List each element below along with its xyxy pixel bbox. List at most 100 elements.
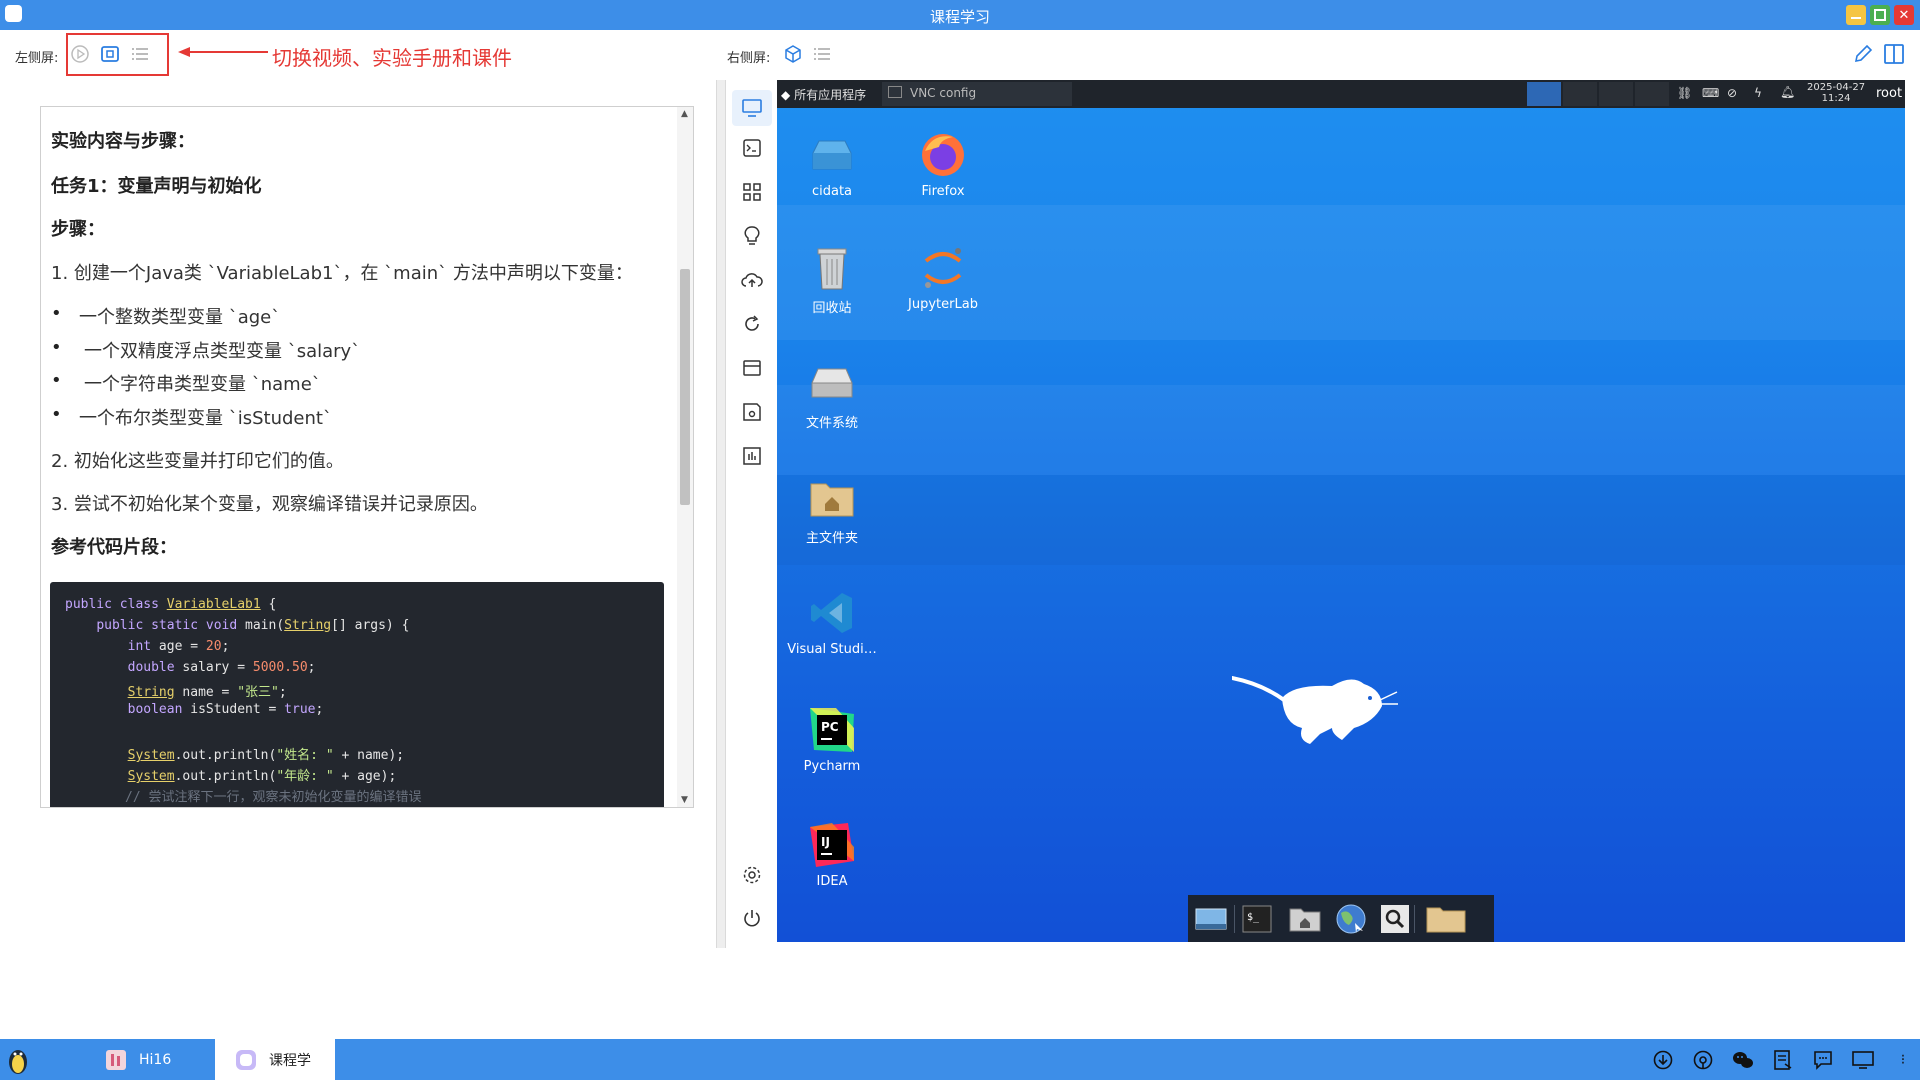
taskbar-item-label: Hi16: [139, 1051, 172, 1068]
show-desktop-icon: [1195, 908, 1227, 930]
step-1-text: 1. 创建一个Java类 `VariableLab1`，在 `main` 方法中…: [51, 263, 633, 284]
code-line: int age = 20;: [127, 639, 230, 654]
scroll-down-icon[interactable]: ▼: [681, 795, 688, 805]
mute-icon[interactable]: ⊘: [1727, 86, 1737, 100]
panel-splitter[interactable]: [716, 80, 726, 948]
desktop-icon-home[interactable]: 主文件夹: [777, 473, 887, 546]
desktop-icon-idea[interactable]: IJ IDEA: [777, 820, 887, 889]
desktop-icon-pycharm[interactable]: PC Pycharm: [777, 705, 887, 774]
notification-bell-icon[interactable]: 🔔︎: [1780, 85, 1795, 99]
sidebar-power-button[interactable]: [739, 906, 765, 932]
messages-tray[interactable]: [1812, 1049, 1834, 1071]
list-item: 一个字符串类型变量 `name`: [84, 374, 321, 395]
sidebar-refresh-button[interactable]: [739, 311, 765, 337]
list-item: 一个双精度浮点类型变量 `salary`: [84, 341, 361, 362]
power-manager-icon[interactable]: ϟ: [1754, 86, 1762, 100]
taskbar-item-hi16[interactable]: Hi16: [105, 1039, 205, 1080]
minimize-icon: [1851, 17, 1861, 19]
sidebar-hint-button[interactable]: [739, 223, 765, 249]
desktop-icon-trash[interactable]: 回收站: [777, 243, 887, 316]
dock: $_: [1188, 895, 1494, 942]
scroll-thumb[interactable]: [680, 269, 690, 505]
download-button[interactable]: [1652, 1049, 1674, 1071]
bullet-marker: •: [51, 404, 62, 425]
hard-drive-icon: [807, 358, 857, 408]
lab-manual-document[interactable]: 实验内容与步骤： 任务1：变量声明与初始化 步骤： 1. 创建一个Java类 `…: [40, 106, 694, 808]
hotspot-button[interactable]: [1692, 1049, 1714, 1071]
user-menu[interactable]: root: [1876, 86, 1902, 101]
scroll-up-icon[interactable]: ▲: [681, 109, 688, 119]
right-screen-label: 右侧屏:: [727, 51, 771, 66]
dock-separator: [1234, 905, 1235, 933]
clock[interactable]: 2025-04-27 11:24: [1807, 82, 1865, 104]
clock-date: 2025-04-27: [1807, 82, 1866, 93]
keyboard-icon[interactable]: ⌨: [1702, 86, 1719, 100]
minimize-button[interactable]: [1846, 5, 1866, 25]
cube-icon: [785, 45, 801, 63]
applications-menu[interactable]: ◆ 所有应用程序: [781, 86, 866, 103]
svg-text:PC: PC: [821, 720, 839, 734]
maximize-button[interactable]: [1870, 5, 1890, 25]
xfce-logo-icon: ◆: [781, 88, 791, 102]
taskbar-item-course[interactable]: 课程学: [215, 1039, 335, 1080]
window-button-vnc[interactable]: VNC config: [882, 82, 1072, 106]
code-line: System.out.println("年龄: " + age);: [127, 769, 397, 784]
sidebar-settings-button[interactable]: [739, 862, 765, 888]
desktop-icon-label: 文件系统: [805, 416, 858, 431]
start-button[interactable]: [6, 1039, 36, 1080]
remote-desktop[interactable]: ◆ 所有应用程序 VNC config ⛓ ⌨ ⊘ ϟ 🔔︎ 2025-04-2…: [777, 80, 1905, 942]
desktop-icon-label: IDEA: [816, 874, 848, 889]
sidebar-terminal-button[interactable]: [739, 135, 765, 161]
close-button[interactable]: ✕: [1894, 5, 1914, 25]
workspace-2[interactable]: [1563, 82, 1597, 106]
more-dots-icon: ⁝: [1900, 1052, 1906, 1068]
wallpaper-band: [777, 385, 1905, 475]
desktop-icon-filesystem[interactable]: 文件系统: [777, 358, 887, 431]
wechat-tray[interactable]: [1732, 1049, 1754, 1071]
gear-icon: [743, 866, 761, 884]
desktop-toggle-button[interactable]: [783, 44, 803, 64]
more-tray[interactable]: ⁝: [1892, 1049, 1914, 1071]
monitor-icon: [1852, 1051, 1874, 1069]
dock-folder[interactable]: [1424, 903, 1468, 935]
desktop-icon-vscode[interactable]: Visual Studi…: [777, 588, 887, 657]
edit-button[interactable]: [1853, 44, 1873, 64]
sidebar-save-button[interactable]: [739, 399, 765, 425]
cloud-upload-icon: [741, 273, 763, 287]
jupyter-icon: [918, 243, 968, 293]
sidebar-apps-button[interactable]: [739, 179, 765, 205]
desktop-icon-cidata[interactable]: cidata: [777, 130, 887, 199]
left-screen-label: 左侧屏:: [15, 51, 59, 66]
desktop-icon-label: cidata: [811, 184, 853, 199]
annotation-text: 切换视频、实验手册和课件: [272, 46, 512, 70]
dock-file-manager[interactable]: [1288, 903, 1322, 935]
dock-terminal[interactable]: $_: [1240, 903, 1274, 935]
display-tray[interactable]: [1852, 1049, 1874, 1071]
dock-search[interactable]: [1378, 903, 1412, 935]
workspace-1[interactable]: [1527, 82, 1561, 106]
desktop-icon-label: Firefox: [921, 184, 965, 199]
desktop-icon-jupyterlab[interactable]: JupyterLab: [888, 243, 998, 312]
sidebar-upload-button[interactable]: [739, 267, 765, 293]
penguin-icon: [9, 1049, 27, 1074]
xfce-mouse-logo: [1232, 676, 1398, 744]
workspace-3[interactable]: [1599, 82, 1633, 106]
clock-time: 11:24: [1821, 93, 1851, 104]
section-heading: 实验内容与步骤：: [51, 131, 195, 152]
sidebar-stats-button[interactable]: [739, 443, 765, 469]
taskbar-item-label: 课程学: [269, 1052, 311, 1069]
annotation-arrow-icon: [178, 47, 268, 57]
desktop-icon-firefox[interactable]: Firefox: [888, 130, 998, 199]
sidebar-desktop-button[interactable]: [732, 90, 772, 126]
dock-web-browser[interactable]: [1334, 903, 1368, 935]
notes-tray[interactable]: [1772, 1049, 1794, 1071]
split-view-button[interactable]: [1884, 44, 1904, 64]
dock-show-desktop[interactable]: [1194, 903, 1228, 935]
document-scrollbar[interactable]: ▲ ▼: [677, 107, 693, 807]
network-icon[interactable]: ⛓: [1677, 86, 1692, 100]
workspace-4[interactable]: [1635, 82, 1669, 106]
sidebar-window-button[interactable]: [739, 355, 765, 381]
code-line: System.out.println("姓名: " + name);: [127, 748, 405, 763]
right-list-toggle-button[interactable]: [812, 44, 832, 64]
desktop-icon-label: JupyterLab: [908, 297, 978, 312]
